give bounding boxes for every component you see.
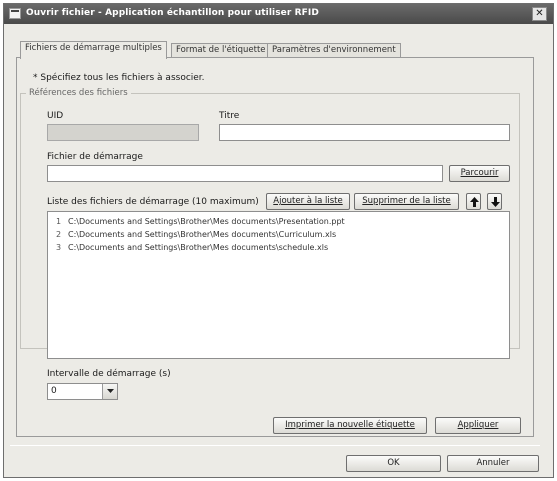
tab-environment-settings[interactable]: Paramètres d'environnement	[267, 43, 401, 58]
startup-list-label: Liste des fichiers de démarrage (10 maxi…	[47, 197, 259, 207]
tab-multiple-startup-files[interactable]: Fichiers de démarrage multiples	[20, 41, 167, 59]
window-title: Ouvrir fichier - Application échantillon…	[26, 8, 319, 18]
list-item-path: C:\Documents and Settings\Brother\Mes do…	[68, 230, 337, 239]
list-item-path: C:\Documents and Settings\Brother\Mes do…	[68, 243, 329, 252]
startup-file-label: Fichier de démarrage	[47, 152, 143, 162]
file-references-legend: Références des fichiers	[26, 88, 131, 98]
interval-select[interactable]: 0	[47, 383, 118, 400]
footer-divider	[10, 445, 540, 446]
title-bar[interactable]: Ouvrir fichier - Application échantillon…	[4, 4, 553, 24]
startup-files-list[interactable]: 1 C:\Documents and Settings\Brother\Mes d…	[47, 211, 510, 359]
interval-value: 0	[51, 386, 57, 396]
remove-from-list-button-label: Supprimer de la liste	[362, 196, 451, 206]
arrow-down-icon	[491, 197, 500, 207]
ok-button[interactable]: OK	[346, 455, 441, 472]
list-item-path: C:\Documents and Settings\Brother\Mes do…	[68, 217, 345, 226]
cancel-button[interactable]: Annuler	[447, 455, 539, 472]
add-to-list-button[interactable]: Ajouter à la liste	[266, 193, 350, 210]
list-item-index: 3	[56, 243, 62, 252]
chevron-down-icon	[107, 389, 114, 393]
startup-file-field[interactable]	[47, 165, 443, 182]
list-item-index: 2	[56, 230, 62, 239]
print-new-label-button-label: Imprimer la nouvelle étiquette	[285, 420, 415, 430]
app-icon	[9, 8, 21, 19]
title-label: Titre	[219, 111, 240, 121]
arrow-up-icon	[470, 197, 479, 207]
interval-label: Intervalle de démarrage (s)	[47, 369, 171, 379]
move-up-button[interactable]	[466, 193, 481, 210]
list-item[interactable]: 3 C:\Documents and Settings\Brother\Mes d…	[56, 243, 328, 254]
remove-from-list-button[interactable]: Supprimer de la liste	[354, 193, 459, 210]
interval-dropdown-button[interactable]	[102, 384, 117, 399]
browse-button[interactable]: Parcourir	[449, 165, 510, 182]
tab-label-format[interactable]: Format de l'étiquette	[171, 43, 271, 58]
list-item-index: 1	[56, 217, 62, 226]
list-item[interactable]: 1 C:\Documents and Settings\Brother\Mes d…	[56, 217, 345, 228]
browse-button-label: Parcourir	[460, 168, 499, 178]
close-button[interactable]: ✕	[532, 7, 547, 21]
uid-field	[47, 124, 199, 141]
move-down-button[interactable]	[487, 193, 502, 210]
uid-label: UID	[47, 111, 64, 121]
instruction-text: * Spécifiez tous les fichiers à associer…	[33, 73, 205, 83]
add-to-list-button-label: Ajouter à la liste	[273, 196, 343, 206]
print-new-label-button[interactable]: Imprimer la nouvelle étiquette	[273, 417, 427, 434]
apply-button[interactable]: Appliquer	[435, 417, 521, 434]
list-item[interactable]: 2 C:\Documents and Settings\Brother\Mes d…	[56, 230, 336, 241]
apply-button-label: Appliquer	[457, 420, 499, 430]
title-field[interactable]	[219, 124, 510, 141]
